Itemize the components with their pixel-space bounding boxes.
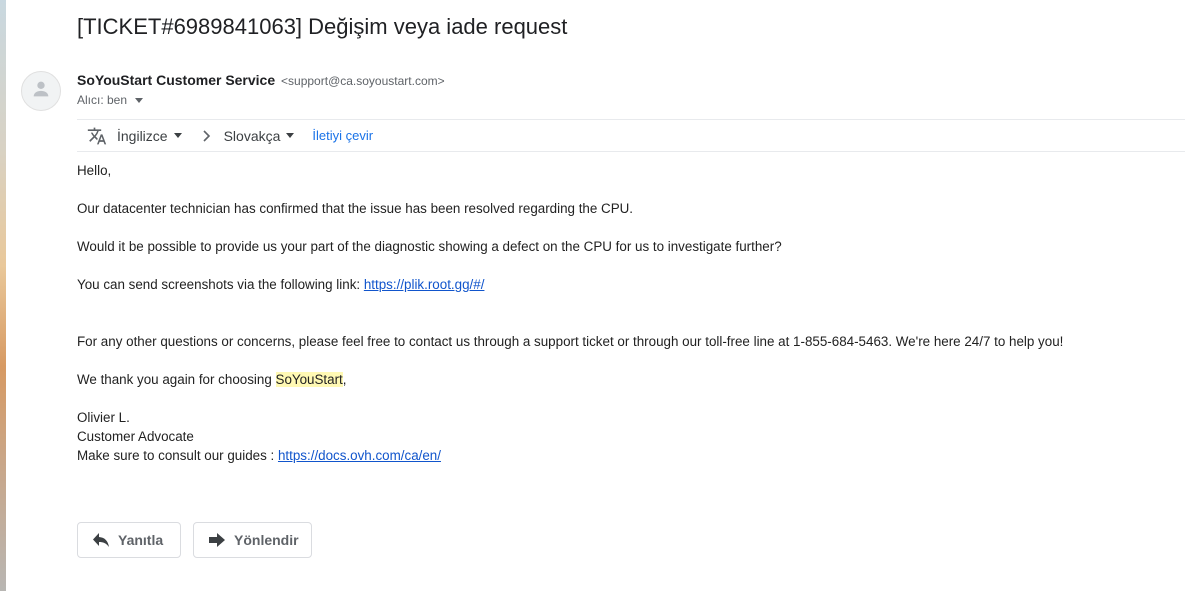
chevron-down-icon: [286, 133, 295, 138]
body-paragraph-4: For any other questions or concerns, ple…: [77, 334, 1064, 349]
reply-label: Yanıtla: [118, 532, 164, 548]
thanks-suffix: ,: [342, 372, 347, 387]
translate-icon: [87, 126, 107, 146]
sender-line: SoYouStart Customer Service <support@ca.…: [77, 72, 445, 88]
forward-button[interactable]: Yönlendir: [193, 522, 312, 558]
screenshot-instruction: You can send screenshots via the followi…: [77, 277, 364, 292]
reply-icon: [92, 532, 110, 548]
reply-button[interactable]: Yanıtla: [77, 522, 181, 558]
person-icon: [30, 78, 52, 105]
body-paragraph-3: You can send screenshots via the followi…: [77, 275, 484, 294]
translate-bar: İngilizce Slovakça İletiyi çevir: [77, 119, 1185, 152]
sender-name[interactable]: SoYouStart Customer Service: [77, 72, 275, 88]
translate-message-link[interactable]: İletiyi çevir: [312, 128, 373, 143]
source-language-select[interactable]: İngilizce: [117, 128, 182, 144]
recipient-line: Alıcı: ben: [77, 93, 144, 107]
source-language-label: İngilizce: [117, 127, 168, 144]
signature-title: Customer Advocate: [77, 429, 194, 444]
body-paragraph-2: Would it be possible to provide us your …: [77, 239, 782, 254]
background-strip: [0, 0, 6, 591]
body-greeting: Hello,: [77, 163, 112, 178]
forward-arrow-icon: [208, 532, 226, 548]
recipient-label: Alıcı: ben: [77, 93, 128, 107]
highlighted-brand: SoYouStart: [275, 372, 343, 387]
target-language-label: Slovakça: [223, 127, 281, 144]
guides-text: Make sure to consult our guides :: [77, 448, 278, 463]
signature-name: Olivier L.: [77, 410, 130, 425]
signature-guides: Make sure to consult our guides : https:…: [77, 446, 441, 465]
body-paragraph-1: Our datacenter technician has confirmed …: [77, 201, 634, 216]
upload-link[interactable]: https://plik.root.gg/#/: [364, 277, 485, 292]
sender-email: <support@ca.soyoustart.com>: [281, 74, 445, 88]
chevron-down-icon: [173, 133, 182, 138]
thanks-text: We thank you again for choosing: [77, 372, 276, 387]
avatar[interactable]: [21, 71, 61, 111]
forward-label: Yönlendir: [234, 532, 299, 548]
chevron-right-icon: [202, 129, 212, 142]
guides-link[interactable]: https://docs.ovh.com/ca/en/: [278, 448, 441, 463]
target-language-select[interactable]: Slovakça: [224, 128, 295, 144]
email-subject: [TICKET#6989841063] Değişim veya iade re…: [77, 14, 568, 39]
body-paragraph-5: We thank you again for choosing SoYouSta…: [77, 370, 347, 389]
recipient-details-chevron-icon[interactable]: [135, 97, 144, 103]
